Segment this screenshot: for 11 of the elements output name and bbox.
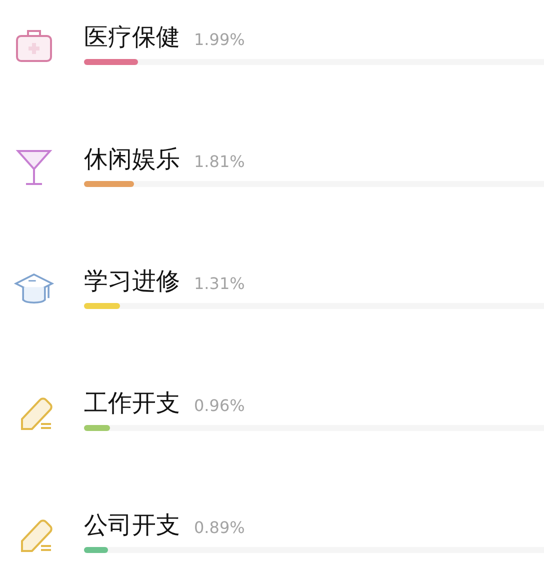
percentage: 0.96% xyxy=(194,396,245,415)
category-name: 公司开支 xyxy=(84,510,180,541)
category-name: 休闲娱乐 xyxy=(84,144,180,175)
percentage: 1.99% xyxy=(194,30,245,49)
cocktail-glass-icon xyxy=(14,147,54,187)
category-name: 学习进修 xyxy=(84,266,180,297)
percentage: 0.89% xyxy=(194,518,245,537)
percentage: 1.81% xyxy=(194,152,245,171)
percentage: 1.31% xyxy=(194,274,245,293)
category-name: 工作开支 xyxy=(84,388,180,419)
category-name: 医疗保健 xyxy=(84,22,180,53)
